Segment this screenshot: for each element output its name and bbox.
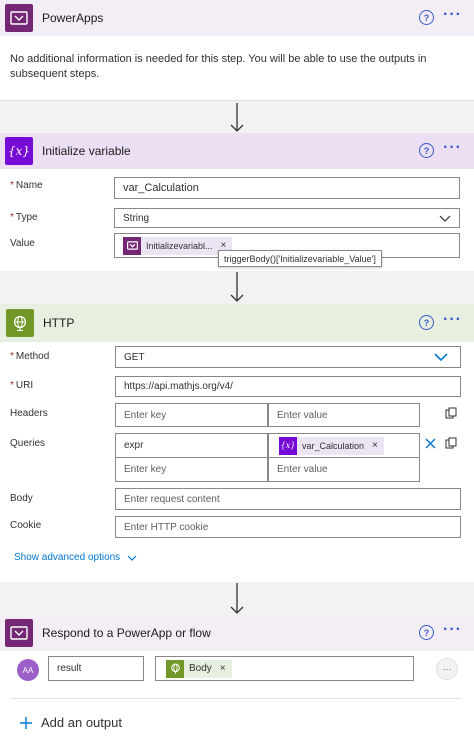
- powerapps-icon: [5, 619, 33, 647]
- dynamic-content-token[interactable]: Initializevariabl... ×: [123, 236, 233, 255]
- header-key-input[interactable]: Enter key: [115, 403, 268, 427]
- more-options-icon[interactable]: ···: [443, 621, 462, 639]
- more-options-icon[interactable]: ···: [443, 139, 462, 157]
- globe-icon: [166, 659, 184, 678]
- respond-title: Respond to a PowerApp or flow: [42, 626, 211, 640]
- body-token[interactable]: Body ×: [166, 659, 232, 678]
- query-value-input-empty[interactable]: Enter value: [268, 457, 420, 482]
- uri-input[interactable]: https://api.mathjs.org/v4/: [115, 376, 461, 397]
- more-options-icon[interactable]: ···: [443, 311, 462, 329]
- method-label: * Method: [10, 351, 50, 362]
- copy-icon[interactable]: [445, 407, 457, 419]
- initialize-variable-header[interactable]: {x} Initialize variable ? ···: [0, 133, 474, 169]
- powerapps-card: PowerApps ? ··· No additional informatio…: [0, 0, 474, 101]
- query-key-input-empty[interactable]: Enter key: [115, 457, 268, 482]
- type-dropdown[interactable]: String: [114, 208, 460, 228]
- chevron-down-icon: [439, 215, 451, 222]
- header-value-input[interactable]: Enter value: [268, 403, 420, 427]
- cookie-label: Cookie: [10, 520, 42, 531]
- help-icon[interactable]: ?: [419, 315, 434, 330]
- query-key-input[interactable]: expr: [115, 433, 268, 458]
- body-label: Body: [10, 493, 33, 504]
- powerapps-message: No additional information is needed for …: [10, 53, 427, 80]
- output-divider: [11, 698, 461, 699]
- remove-token-icon[interactable]: ×: [372, 440, 378, 451]
- powerapps-title: PowerApps: [42, 11, 104, 25]
- chevron-down-icon: [127, 555, 137, 561]
- value-label: Value: [10, 238, 35, 249]
- copy-icon[interactable]: [445, 437, 457, 449]
- globe-icon: [6, 309, 34, 337]
- query-value-input[interactable]: {x} var_Calculation ×: [268, 433, 420, 458]
- respond-header[interactable]: Respond to a PowerApp or flow ? ···: [0, 615, 474, 651]
- type-label: * Type: [10, 212, 38, 223]
- delete-row-icon[interactable]: [425, 438, 436, 449]
- queries-label: Queries: [10, 438, 46, 449]
- show-advanced-options-link[interactable]: Show advanced options: [14, 552, 137, 563]
- output-more-button[interactable]: ···: [436, 658, 458, 680]
- powerapps-icon: [123, 236, 141, 255]
- variable-icon: {x}: [279, 436, 297, 455]
- initialize-variable-title: Initialize variable: [42, 144, 131, 158]
- flow-arrow-icon: [230, 272, 244, 302]
- name-input[interactable]: var_Calculation: [114, 177, 460, 199]
- variable-glyph: {x}: [7, 144, 31, 158]
- remove-token-icon[interactable]: ×: [220, 663, 226, 674]
- headers-label: Headers: [10, 408, 48, 419]
- flow-arrow-icon: [230, 103, 244, 132]
- uri-label: * URI: [10, 380, 34, 391]
- help-icon[interactable]: ?: [419, 10, 434, 25]
- token-tooltip: triggerBody()['Initializevariable_Value'…: [218, 250, 382, 267]
- flow-arrow-icon: [230, 583, 244, 614]
- add-output-button[interactable]: Add an output: [20, 715, 122, 730]
- body-input[interactable]: Enter request content: [115, 488, 461, 510]
- powerapps-icon: [5, 4, 33, 32]
- help-icon[interactable]: ?: [419, 143, 434, 158]
- name-label: * Name: [10, 180, 43, 191]
- plus-icon: [20, 716, 32, 729]
- cookie-input[interactable]: Enter HTTP cookie: [115, 516, 461, 538]
- respond-card: Respond to a PowerApp or flow ? ···: [0, 615, 474, 754]
- powerapps-header[interactable]: PowerApps ? ···: [0, 0, 474, 36]
- text-output-avatar: AA: [17, 659, 39, 681]
- variable-token[interactable]: {x} var_Calculation ×: [279, 436, 384, 455]
- chevron-down-icon: [434, 353, 448, 362]
- help-icon[interactable]: ?: [419, 625, 434, 640]
- http-header[interactable]: HTTP ? ···: [0, 304, 474, 342]
- output-name-input[interactable]: result: [48, 656, 144, 681]
- http-title: HTTP: [43, 316, 75, 330]
- variable-icon: {x}: [5, 137, 33, 165]
- more-options-icon[interactable]: ···: [443, 6, 462, 24]
- output-value-input[interactable]: Body ×: [155, 656, 414, 681]
- method-dropdown[interactable]: GET: [115, 346, 461, 368]
